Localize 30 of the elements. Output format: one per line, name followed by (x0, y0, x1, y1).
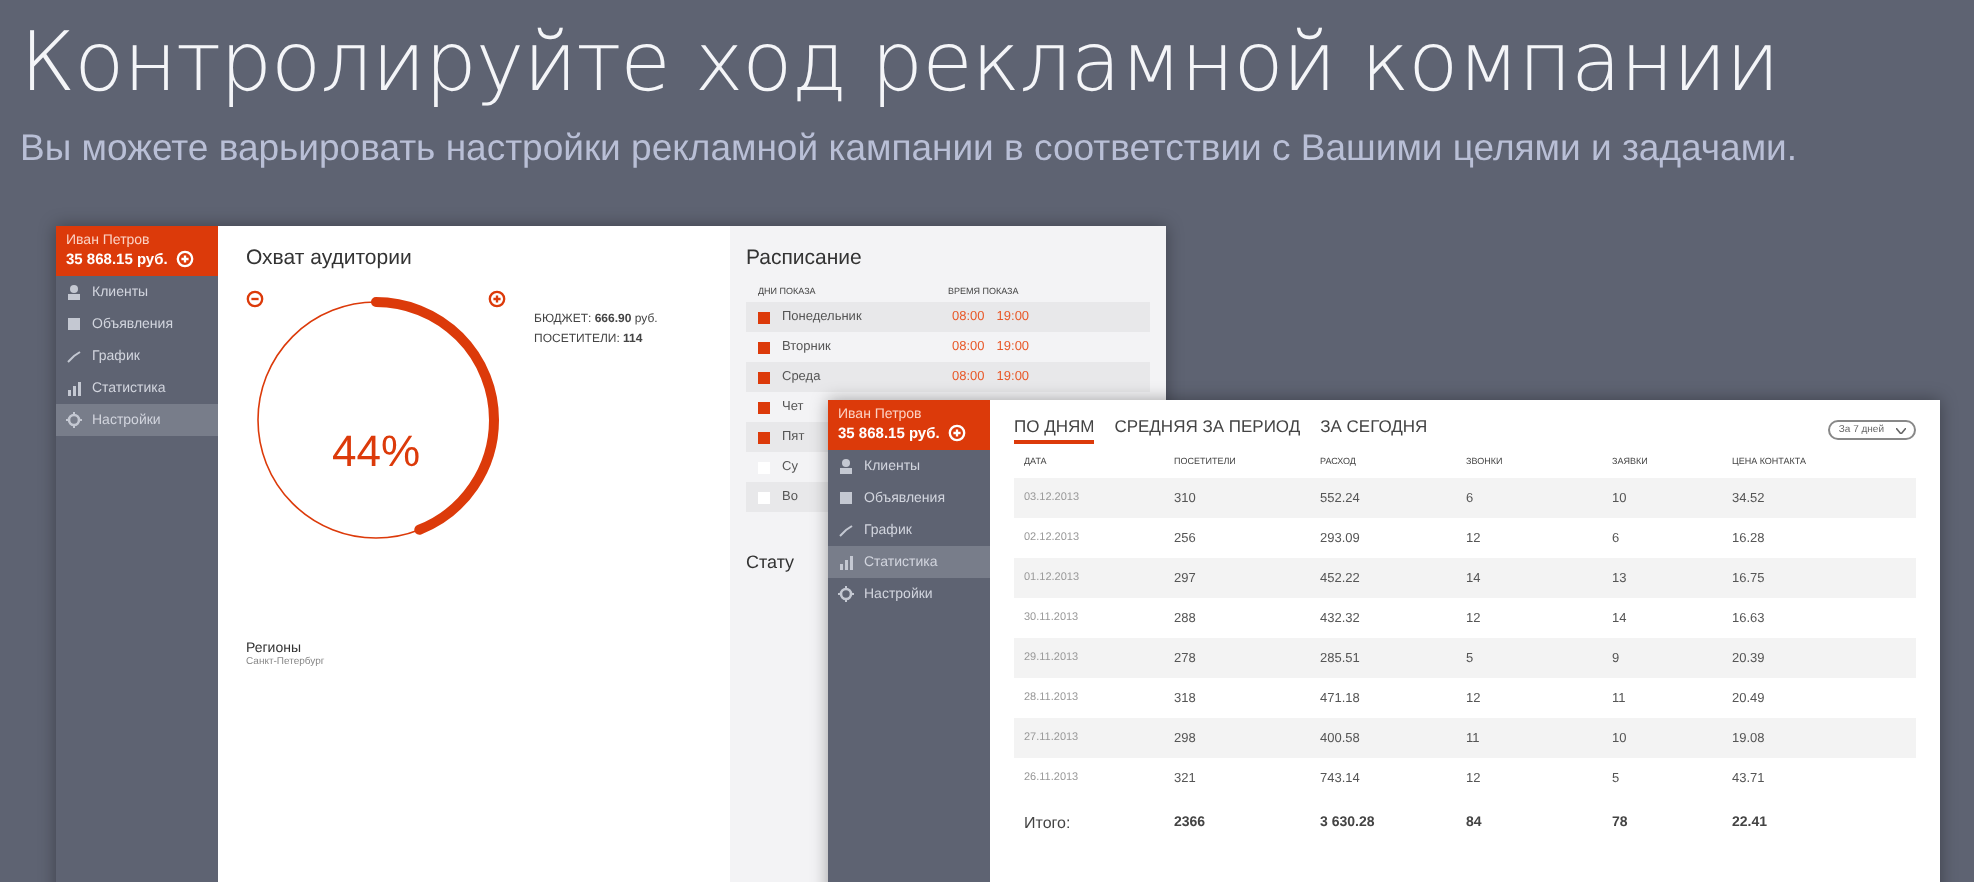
percent-value: 44% (329, 426, 423, 478)
headline: Контролируйте ход рекламной компании (20, 12, 1781, 114)
section-title: Охват аудитории (246, 246, 414, 270)
tab[interactable]: ЗА СЕГОДНЯ (1320, 416, 1428, 444)
checkbox[interactable] (758, 431, 770, 443)
bar-chart-icon (838, 554, 854, 570)
add-icon[interactable] (175, 250, 194, 268)
document-icon (66, 316, 82, 332)
document-icon (838, 490, 854, 506)
minus-icon[interactable] (246, 290, 264, 308)
subheadline: Вы можете варьировать настройки рекламной кампании в соответствии с Вашими целями и задачами. (20, 124, 1800, 172)
tab[interactable]: СРЕДНЯЯ ЗА ПЕРИОД (1114, 416, 1301, 444)
plus-icon[interactable] (488, 290, 506, 308)
settings-icon (838, 586, 854, 602)
add-icon[interactable] (947, 424, 966, 442)
user-icon (66, 284, 82, 300)
checkbox[interactable] (758, 371, 770, 383)
status-title: Стату (746, 552, 795, 572)
line-chart-icon (838, 522, 854, 538)
line-chart-icon (66, 348, 82, 364)
total-cell-text: Итого: (1024, 813, 1073, 831)
settings-icon (66, 412, 82, 428)
checkbox[interactable] (758, 311, 770, 323)
checkbox[interactable] (758, 341, 770, 353)
checkbox[interactable] (758, 401, 770, 413)
tab[interactable]: ПО ДНЯМ (1014, 416, 1095, 444)
user-icon (838, 458, 854, 474)
schedule-title: Расписание (746, 246, 864, 270)
caret-icon (1896, 427, 1906, 433)
bar-chart-icon (66, 380, 82, 396)
